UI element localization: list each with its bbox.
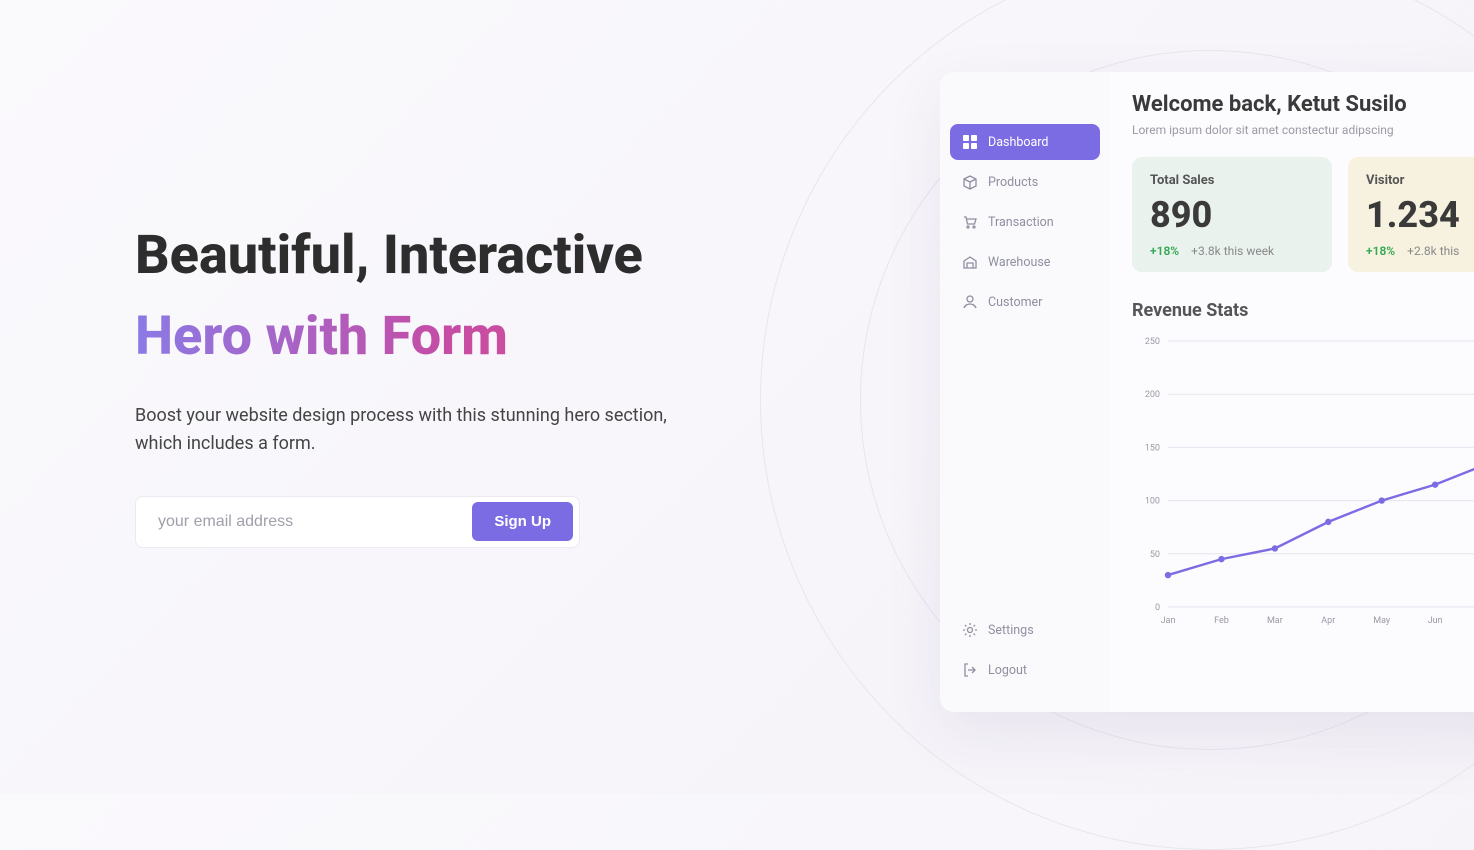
sidebar-item-warehouse[interactable]: Warehouse — [950, 244, 1100, 280]
dashboard-preview: Dashboard Products Transaction Warehouse — [940, 72, 1474, 712]
dashboard-main: Welcome back, Ketut Susilo Lorem ipsum d… — [1110, 72, 1474, 712]
hero-subtitle: Boost your website design process with t… — [135, 402, 675, 458]
sidebar-item-logout[interactable]: Logout — [950, 652, 1100, 688]
user-icon — [962, 294, 978, 310]
welcome-subtitle: Lorem ipsum dolor sit amet constectur ad… — [1132, 123, 1474, 137]
logout-icon — [962, 662, 978, 678]
sidebar-item-transaction[interactable]: Transaction — [950, 204, 1100, 240]
svg-text:100: 100 — [1145, 497, 1160, 507]
card-value: 1.234 — [1366, 194, 1474, 236]
sidebar-item-label: Customer — [988, 295, 1042, 310]
hero-title-line2: Hero with Form — [135, 305, 775, 368]
card-value: 890 — [1150, 194, 1314, 236]
cart-icon — [962, 214, 978, 230]
svg-text:Jun: Jun — [1428, 616, 1443, 626]
svg-text:200: 200 — [1145, 390, 1160, 400]
sidebar-item-label: Transaction — [988, 215, 1054, 230]
svg-text:0: 0 — [1155, 603, 1160, 613]
svg-text:Jan: Jan — [1161, 616, 1176, 626]
sidebar-item-label: Products — [988, 175, 1038, 190]
card-pct: +18% — [1150, 244, 1179, 258]
grid-icon — [962, 134, 978, 150]
card-delta: +3.8k this week — [1191, 244, 1274, 258]
card-total-sales: Total Sales 890 +18% +3.8k this week — [1132, 157, 1332, 272]
svg-text:150: 150 — [1145, 443, 1160, 453]
sidebar-item-label: Dashboard — [988, 135, 1048, 150]
sidebar-item-products[interactable]: Products — [950, 164, 1100, 200]
hero-section: Beautiful, Interactive Hero with Form Bo… — [135, 225, 775, 548]
card-pct: +18% — [1366, 244, 1395, 258]
welcome-title: Welcome back, Ketut Susilo — [1132, 92, 1474, 117]
svg-text:250: 250 — [1145, 337, 1160, 347]
card-delta: +2.8k this — [1407, 244, 1459, 258]
svg-text:May: May — [1373, 616, 1391, 626]
chart-title: Revenue Stats — [1132, 300, 1474, 321]
sidebar-item-customer[interactable]: Customer — [950, 284, 1100, 320]
sidebar-item-settings[interactable]: Settings — [950, 612, 1100, 648]
revenue-chart: 050100150200250JanFebMarAprMayJunJulAug — [1132, 331, 1474, 631]
card-label: Total Sales — [1150, 173, 1314, 188]
card-label: Visitor — [1366, 173, 1474, 188]
card-visitor: Visitor 1.234 +18% +2.8k this — [1348, 157, 1474, 272]
gear-icon — [962, 622, 978, 638]
sidebar-item-label: Logout — [988, 663, 1027, 678]
box-icon — [962, 174, 978, 190]
svg-text:50: 50 — [1150, 550, 1160, 560]
svg-text:Apr: Apr — [1321, 616, 1335, 626]
warehouse-icon — [962, 254, 978, 270]
hero-title-line1: Beautiful, Interactive — [135, 225, 775, 287]
sidebar-item-label: Settings — [988, 623, 1034, 638]
svg-text:Mar: Mar — [1267, 616, 1283, 626]
svg-text:Feb: Feb — [1214, 616, 1229, 626]
signup-form: Sign Up — [135, 496, 580, 548]
email-field[interactable] — [158, 513, 472, 531]
sidebar-item-label: Warehouse — [988, 255, 1050, 270]
sidebar-item-dashboard[interactable]: Dashboard — [950, 124, 1100, 160]
sidebar: Dashboard Products Transaction Warehouse — [940, 72, 1110, 712]
stat-cards: Total Sales 890 +18% +3.8k this week Vis… — [1132, 157, 1474, 272]
sign-up-button[interactable]: Sign Up — [472, 502, 573, 541]
